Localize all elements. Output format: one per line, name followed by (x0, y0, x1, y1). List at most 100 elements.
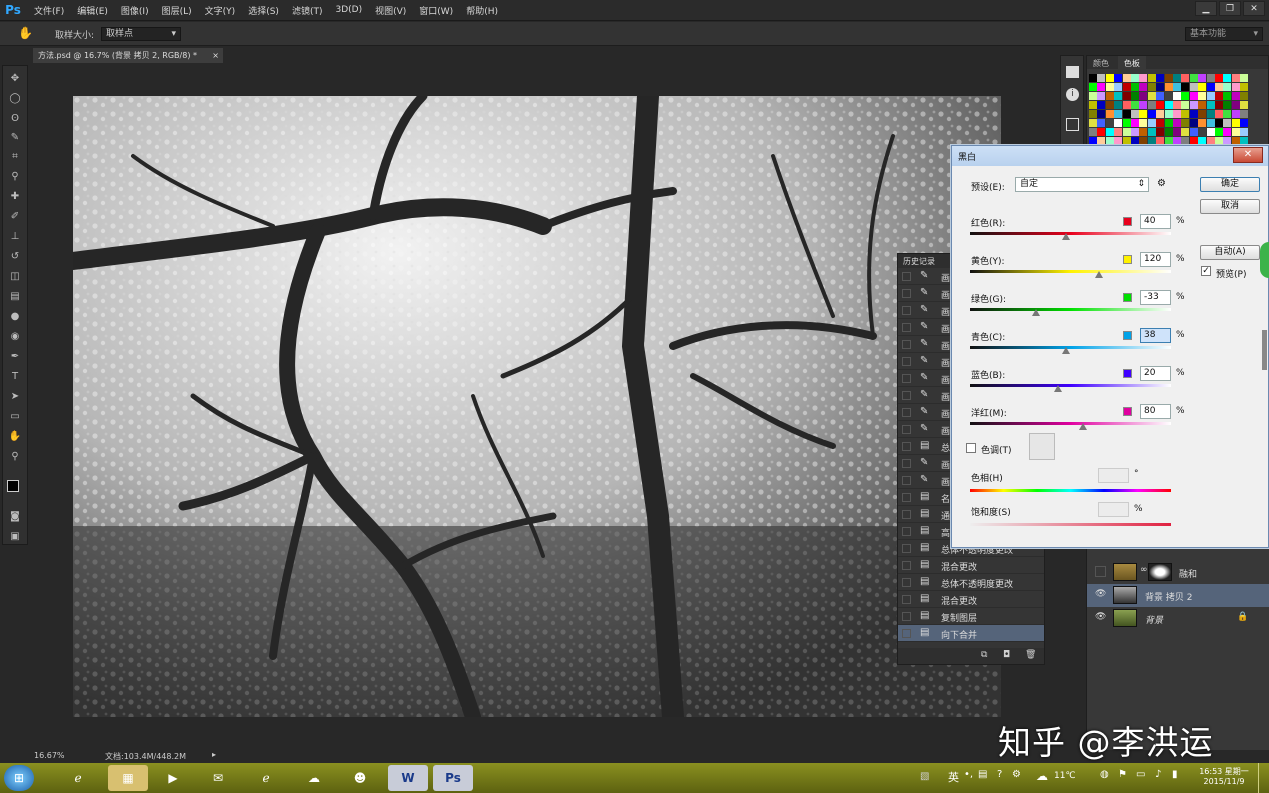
color-swatch[interactable] (1122, 101, 1131, 109)
color-swatch[interactable] (1122, 128, 1131, 136)
color-swatch[interactable] (1089, 83, 1097, 91)
color-swatch[interactable] (1173, 74, 1181, 82)
color-swatch[interactable] (1231, 128, 1240, 136)
color-swatch[interactable] (1231, 110, 1240, 118)
type-tool-icon[interactable]: T (6, 368, 24, 385)
color-swatch[interactable] (1189, 101, 1198, 109)
color-swatch[interactable] (1139, 119, 1148, 127)
history-snapshot-checkbox[interactable] (902, 357, 911, 366)
slider-thumb[interactable] (1032, 309, 1041, 316)
color-swatch[interactable] (1139, 92, 1148, 100)
color-swatch[interactable] (1206, 101, 1215, 109)
color-swatch[interactable] (1114, 110, 1123, 118)
color-swatch[interactable] (1122, 83, 1131, 91)
help-icon[interactable]: ? (997, 769, 1002, 780)
slider-value-input[interactable]: 120 (1140, 252, 1171, 267)
restore-button[interactable]: ❐ (1219, 1, 1241, 16)
color-swatch[interactable] (1173, 101, 1181, 109)
color-swatch[interactable] (1089, 74, 1097, 82)
color-swatch[interactable] (1173, 119, 1181, 127)
color-swatch[interactable] (1181, 74, 1190, 82)
history-snapshot-checkbox[interactable] (902, 408, 911, 417)
preview-checkbox[interactable]: ✓ (1201, 266, 1211, 276)
hand-tool-icon[interactable]: ✋ (18, 26, 33, 40)
color-swatch[interactable] (1122, 92, 1131, 100)
info-panel-icon[interactable]: i (1066, 88, 1079, 101)
hue-input[interactable] (1098, 468, 1129, 483)
color-swatch[interactable] (1156, 92, 1165, 100)
history-snapshot-checkbox[interactable] (902, 289, 911, 298)
color-swatch[interactable] (1206, 137, 1215, 145)
color-swatch[interactable] (1089, 110, 1097, 118)
history-snapshot-checkbox[interactable] (902, 510, 911, 519)
color-swatch[interactable] (1089, 137, 1097, 145)
color-swatch[interactable] (1131, 92, 1139, 100)
swatch-grid[interactable] (1089, 74, 1249, 149)
color-swatch[interactable] (1122, 137, 1131, 145)
slider-thumb[interactable] (1094, 271, 1103, 278)
color-swatch[interactable] (1231, 119, 1240, 127)
color-swatch[interactable] (1198, 101, 1207, 109)
slider-track[interactable] (970, 232, 1171, 235)
color-swatch[interactable] (1215, 110, 1223, 118)
color-swatch[interactable] (1181, 101, 1190, 109)
minimize-button[interactable]: ▁ (1195, 1, 1217, 16)
color-swatch[interactable] (1206, 92, 1215, 100)
tint-checkbox[interactable] (966, 443, 976, 453)
color-swatch[interactable] (1240, 74, 1249, 82)
color-swatch[interactable] (1114, 128, 1123, 136)
menu-image[interactable]: 图像(I) (121, 4, 149, 17)
color-swatch[interactable] (1231, 101, 1240, 109)
auto-button[interactable]: 自动(A) (1200, 245, 1260, 260)
color-swatch[interactable] (1223, 128, 1232, 136)
menu-type[interactable]: 文字(Y) (205, 4, 236, 17)
layer-mask-thumbnail[interactable] (1148, 563, 1172, 581)
history-snapshot-checkbox[interactable] (902, 340, 911, 349)
history-item[interactable]: ▤ 向下合并 (898, 625, 1044, 642)
color-swatch[interactable] (1181, 128, 1190, 136)
eye-icon[interactable]: 👁 (1095, 589, 1107, 601)
hue-slider[interactable] (970, 489, 1171, 492)
color-swatch[interactable] (1215, 101, 1223, 109)
color-swatch[interactable] (1215, 128, 1223, 136)
color-swatch[interactable] (1114, 74, 1123, 82)
color-swatch[interactable] (1131, 74, 1139, 82)
settings-icon[interactable]: ⚙ (1012, 769, 1021, 780)
tint-color-swatch[interactable] (1029, 433, 1055, 460)
menu-help[interactable]: 帮助(H) (466, 4, 498, 17)
cancel-button[interactable]: 取消 (1200, 199, 1260, 214)
color-swatch[interactable] (1240, 137, 1249, 145)
flag-icon[interactable]: ⚑ (1118, 769, 1127, 780)
color-swatch[interactable] (1240, 119, 1249, 127)
history-snapshot-checkbox[interactable] (902, 272, 911, 281)
color-swatch[interactable] (1147, 110, 1156, 118)
adjustments-panel-icon[interactable] (1066, 118, 1079, 131)
color-swatch[interactable] (1181, 83, 1190, 91)
color-swatch[interactable] (1206, 119, 1215, 127)
slider-thumb[interactable] (1062, 347, 1071, 354)
history-snapshot-checkbox[interactable] (902, 306, 911, 315)
monitor-icon[interactable]: ▭ (1136, 769, 1145, 780)
color-swatch[interactable] (1240, 83, 1249, 91)
slider-track[interactable] (970, 308, 1171, 311)
color-swatch[interactable] (1139, 137, 1148, 145)
color-swatch[interactable] (1173, 137, 1181, 145)
tab-swatches[interactable]: 色板 (1117, 56, 1146, 71)
history-snapshot-checkbox[interactable] (902, 442, 911, 451)
trash-icon[interactable]: 🗑 (1025, 650, 1036, 660)
menu-layer[interactable]: 图层(L) (162, 4, 192, 17)
color-swatch[interactable] (1122, 119, 1131, 127)
menu-window[interactable]: 窗口(W) (419, 4, 453, 17)
start-button[interactable]: ⊞ (4, 765, 34, 791)
quick-mask-icon[interactable]: ◙ (6, 508, 24, 525)
qq-icon[interactable]: ☻ (340, 765, 380, 791)
color-swatch[interactable] (1173, 83, 1181, 91)
color-swatch[interactable] (1089, 101, 1097, 109)
history-snapshot-checkbox[interactable] (902, 374, 911, 383)
history-item[interactable]: ▤ 总体不透明度更改 (898, 574, 1044, 591)
stamp-tool-icon[interactable]: ⊥ (6, 228, 24, 245)
color-swatch[interactable] (1139, 128, 1148, 136)
screen-mode-icon[interactable]: ▣ (6, 528, 24, 545)
color-swatch[interactable] (1181, 119, 1190, 127)
history-snapshot-checkbox[interactable] (902, 561, 911, 570)
